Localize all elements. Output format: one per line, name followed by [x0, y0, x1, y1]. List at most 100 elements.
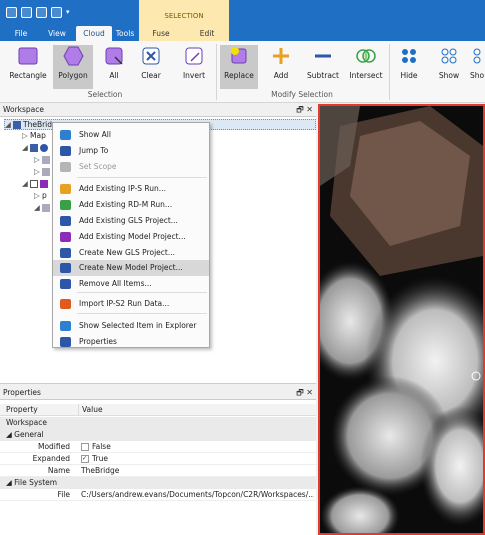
tab-view[interactable]: View — [43, 26, 71, 41]
category-row-file-system[interactable]: ◢ File System — [0, 477, 316, 489]
invert-button[interactable]: Invert — [178, 45, 210, 89]
rectangle-button[interactable]: Rectangle — [6, 45, 50, 89]
panel-pin-close-icon[interactable]: 🗗 ✕ — [296, 104, 313, 116]
show-all-icon — [60, 130, 71, 140]
select-all-label: All — [109, 71, 119, 80]
replace-button[interactable]: Replace — [220, 45, 258, 89]
item-icon — [42, 156, 50, 164]
new-gls-icon — [60, 248, 71, 258]
category-file-system: ◢ File System — [6, 477, 57, 489]
panel-pin-close-icon[interactable]: 🗗 ✕ — [296, 387, 313, 399]
property-value-file[interactable]: C:/Users/andrew.evans/Documents/Topcon/C… — [78, 489, 314, 501]
menu-item-gls-project[interactable]: Add Existing GLS Project... — [53, 213, 209, 229]
layout-icon[interactable] — [51, 7, 62, 18]
tab-file[interactable]: File — [8, 26, 34, 41]
tab-edit[interactable]: Edit — [194, 26, 220, 41]
dropdown-icon[interactable]: ▾ — [66, 7, 72, 18]
property-row-expanded[interactable]: Expanded ✓ True — [0, 453, 316, 465]
truncated-label: p — [42, 191, 47, 200]
menu-item-explorer[interactable]: Show Selected Item in Explorer — [53, 318, 209, 334]
remove-icon — [60, 279, 71, 289]
properties-object-label: Workspace — [6, 418, 47, 427]
tree-item-model[interactable]: ◢ — [22, 179, 50, 188]
hide-points-icon — [398, 45, 420, 67]
show-all-button[interactable]: Sho — [470, 45, 485, 89]
tree-item-child[interactable]: ◢ — [34, 203, 52, 212]
add-label: Add — [273, 71, 289, 80]
expand-icon[interactable]: ▷ — [22, 131, 30, 140]
tree-item-child[interactable]: ▷ — [34, 155, 52, 164]
collapse-icon[interactable]: ◢ — [6, 478, 14, 487]
checkbox-unchecked-icon[interactable] — [81, 443, 89, 451]
properties-object-row: Workspace — [0, 417, 316, 429]
tab-cloud[interactable]: Cloud — [76, 26, 112, 41]
set-scope-icon — [60, 162, 71, 172]
checkbox-checked-icon[interactable]: ✓ — [81, 455, 89, 463]
expand-icon[interactable]: ▷ — [34, 155, 42, 164]
selection-context-group: SELECTION — [139, 0, 229, 26]
subtract-button[interactable]: Subtract — [302, 45, 344, 89]
collapse-icon[interactable]: ◢ — [22, 143, 30, 152]
expand-icon[interactable]: ▷ — [34, 191, 42, 200]
tree-item-child[interactable]: ▷ p — [34, 191, 47, 200]
clear-button[interactable]: Clear — [137, 45, 165, 89]
menu-item-label: Show Selected Item in Explorer — [79, 321, 197, 330]
show-button[interactable]: Show — [434, 45, 464, 89]
properties-title: Properties — [3, 388, 41, 397]
open-icon[interactable] — [21, 7, 32, 18]
column-header-value[interactable]: Value — [78, 404, 103, 416]
property-value-expanded[interactable]: ✓ True — [78, 453, 108, 465]
ribbon-group-separator — [389, 44, 390, 100]
rectangle-select-icon — [17, 45, 39, 67]
menu-item-set-scope[interactable]: Set Scope — [53, 159, 209, 175]
tools-icon[interactable] — [36, 7, 47, 18]
property-row-name[interactable]: Name TheBridge — [0, 465, 316, 477]
expand-icon[interactable]: ▷ — [34, 167, 42, 176]
menu-item-remove[interactable]: Remove All Items... — [53, 276, 209, 292]
polygon-select-icon — [62, 45, 84, 67]
column-header-property[interactable]: Property — [6, 404, 38, 416]
point-cloud-viewport[interactable] — [318, 104, 485, 535]
tab-tools[interactable]: Tools — [112, 26, 138, 41]
tree-item-child[interactable]: ▷ — [34, 167, 52, 176]
hide-label: Hide — [400, 71, 418, 80]
hide-button[interactable]: Hide — [394, 45, 424, 89]
property-row-modified[interactable]: Modified False — [0, 441, 316, 453]
menu-item-ips-run[interactable]: Add Existing IP-S Run... — [53, 181, 209, 197]
collapse-icon[interactable]: ◢ — [6, 430, 14, 439]
polygon-button[interactable]: Polygon — [53, 45, 93, 89]
ribbon-tab-row — [0, 26, 485, 41]
save-icon[interactable] — [6, 7, 17, 18]
collapse-icon[interactable]: ◢ — [34, 203, 42, 212]
select-all-button[interactable]: All — [100, 45, 128, 89]
menu-item-properties[interactable]: Properties — [53, 334, 209, 350]
checkbox-checked-icon[interactable] — [30, 180, 38, 188]
menu-item-import[interactable]: Import IP-S2 Run Data... — [53, 296, 209, 312]
menu-item-new-gls[interactable]: Create New GLS Project... — [53, 245, 209, 261]
menu-item-model-project[interactable]: Add Existing Model Project... — [53, 229, 209, 245]
menu-item-label: Show All — [79, 130, 111, 139]
menu-item-show-all[interactable]: Show All — [53, 127, 209, 143]
menu-item-label: Add Existing GLS Project... — [79, 216, 178, 225]
minus-icon — [312, 45, 334, 67]
menu-item-jump-to[interactable]: Jump To — [53, 143, 209, 159]
collapse-icon[interactable]: ◢ — [22, 179, 30, 188]
tree-item-group[interactable]: ◢ — [22, 143, 50, 152]
tree-item-map[interactable]: ▷ Map — [22, 131, 46, 140]
menu-separator — [77, 177, 207, 178]
context-group-label: SELECTION — [164, 12, 204, 20]
modified-value-text: False — [92, 442, 111, 451]
menu-item-rdm-run[interactable]: Add Existing RD-M Run... — [53, 197, 209, 213]
show-all-points-icon — [470, 45, 485, 67]
collapse-icon[interactable]: ◢ — [5, 120, 13, 129]
intersect-button[interactable]: Intersect — [346, 45, 386, 89]
category-row-general[interactable]: ◢ General — [0, 429, 316, 441]
point-cloud-render — [320, 106, 483, 533]
property-value-modified[interactable]: False — [78, 441, 111, 453]
add-button[interactable]: Add — [266, 45, 296, 89]
tab-fuse[interactable]: Fuse — [148, 26, 174, 41]
property-value-name[interactable]: TheBridge — [78, 465, 119, 477]
menu-item-new-model[interactable]: Create New Model Project... — [53, 260, 209, 276]
show-label: Show — [438, 71, 460, 80]
property-row-file[interactable]: File C:/Users/andrew.evans/Documents/Top… — [0, 489, 316, 501]
